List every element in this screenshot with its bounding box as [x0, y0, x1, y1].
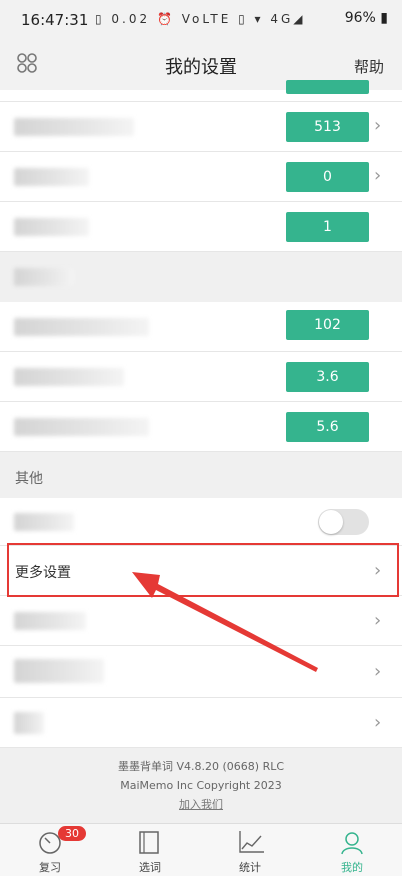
- chevron-right-icon: ›: [374, 165, 382, 186]
- tab-mine[interactable]: 我的: [302, 824, 402, 876]
- user-icon: [341, 832, 363, 855]
- settings-row-partial[interactable]: [0, 80, 402, 102]
- chevron-right-icon: ›: [374, 661, 382, 682]
- settings-row[interactable]: 513 ›: [0, 102, 402, 152]
- help-link[interactable]: 帮助: [354, 56, 384, 77]
- bottom-tab-bar: 30 复习 选词 统计 我的: [0, 823, 402, 876]
- value-button[interactable]: 3.6: [286, 362, 369, 392]
- settings-row[interactable]: ›: [0, 596, 402, 646]
- section-header: [0, 252, 402, 302]
- settings-row[interactable]: 102: [0, 302, 402, 352]
- redacted-label: [14, 418, 149, 436]
- settings-row[interactable]: 3.6: [0, 352, 402, 402]
- settings-row[interactable]: 0 ›: [0, 152, 402, 202]
- copyright-text: MaiMemo Inc Copyright 2023: [120, 779, 282, 792]
- tab-label: 选词: [139, 861, 161, 874]
- redacted-label: [14, 218, 89, 236]
- book-icon: [139, 831, 159, 854]
- value-button-partial[interactable]: [286, 80, 369, 94]
- tab-select-words[interactable]: 选词: [100, 824, 200, 876]
- value-button[interactable]: 5.6: [286, 412, 369, 442]
- settings-row-toggle[interactable]: [0, 498, 402, 546]
- battery-icon: ▮: [380, 10, 388, 26]
- annotation-highlight-box: [7, 543, 399, 597]
- app-footer: 墨墨背单词 V4.8.20 (0668) RLC MaiMemo Inc Cop…: [0, 748, 402, 823]
- join-us-link[interactable]: 加入我们: [0, 795, 402, 814]
- redacted-label: [14, 118, 134, 136]
- settings-row[interactable]: ›: [0, 698, 402, 748]
- section-header-other: 其他: [0, 452, 402, 498]
- redacted-label: [14, 368, 124, 386]
- toggle-knob: [319, 510, 343, 534]
- review-count-badge: 30: [58, 826, 86, 841]
- settings-row[interactable]: ›: [0, 646, 402, 698]
- redacted-label: [14, 659, 104, 683]
- version-text: 墨墨背单词 V4.8.20 (0668) RLC: [117, 760, 285, 773]
- redacted-label: [14, 513, 74, 531]
- settings-row[interactable]: 1: [0, 202, 402, 252]
- chevron-right-icon: ›: [374, 610, 382, 631]
- redacted-label: [14, 612, 86, 630]
- settings-row[interactable]: 5.6: [0, 402, 402, 452]
- section-label-other: 其他: [15, 471, 43, 487]
- redacted-label: [14, 318, 149, 336]
- toggle-switch[interactable]: [318, 509, 369, 535]
- tab-review[interactable]: 30 复习: [0, 824, 100, 876]
- status-time: 16:47:31: [21, 11, 89, 29]
- tab-statistics[interactable]: 统计: [200, 824, 300, 876]
- chevron-right-icon: ›: [374, 712, 382, 733]
- status-icons: ▯ 0.02 ⏰ VoLTE ▯ ▾ 4G◢: [95, 12, 306, 26]
- battery-level: 96% ▮: [345, 10, 388, 26]
- redacted-label: [14, 168, 89, 186]
- tab-label: 统计: [239, 861, 261, 874]
- value-button[interactable]: 513: [286, 112, 369, 142]
- tab-label: 我的: [341, 861, 363, 874]
- value-button[interactable]: 0: [286, 162, 369, 192]
- value-button[interactable]: 102: [286, 310, 369, 340]
- value-button[interactable]: 1: [286, 212, 369, 242]
- line-chart-icon: [239, 831, 264, 853]
- page-title: 我的设置: [165, 57, 237, 78]
- redacted-section-label: [14, 268, 74, 286]
- chevron-right-icon: ›: [374, 115, 382, 136]
- redacted-label: [14, 712, 44, 734]
- tab-label: 复习: [39, 861, 61, 874]
- battery-percent: 96%: [344, 10, 376, 26]
- status-bar: 16:47:31 ▯ 0.02 ⏰ VoLTE ▯ ▾ 4G◢ 96% ▮: [0, 0, 402, 40]
